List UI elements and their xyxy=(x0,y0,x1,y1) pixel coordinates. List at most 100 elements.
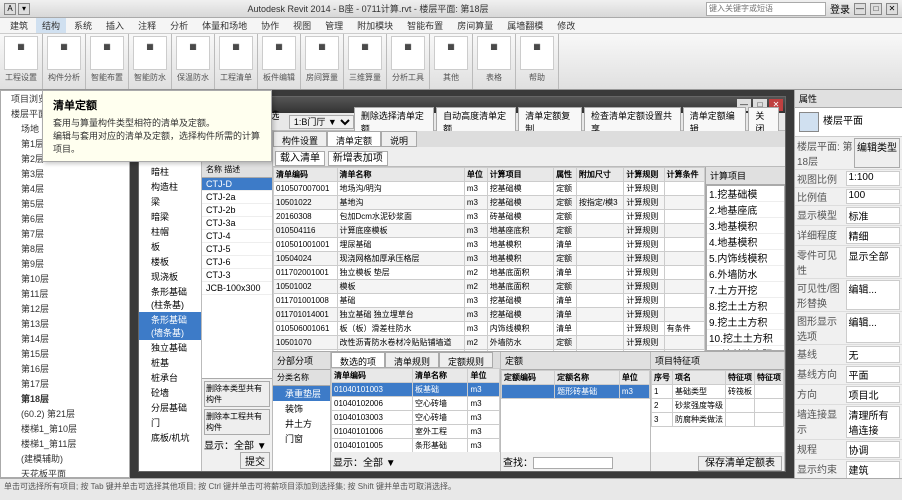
tree-item[interactable]: 第16层 xyxy=(1,361,129,376)
calc-item[interactable]: 5.内饰线模积 xyxy=(707,250,784,266)
comp-item[interactable]: JCB-100x300 xyxy=(202,282,272,295)
bot-tab-sel[interactable]: 数选的项 xyxy=(331,352,385,368)
close-icon[interactable]: ✕ xyxy=(886,3,898,15)
btn-edit-type[interactable]: 编辑类型 xyxy=(854,138,900,168)
menu-10[interactable]: 附加模块 xyxy=(351,18,399,33)
ribbon-icon-10[interactable]: ▦ xyxy=(434,36,468,70)
prop-val[interactable]: 无 xyxy=(846,346,901,363)
tree-item[interactable]: 第13层 xyxy=(1,316,129,331)
tree-item[interactable]: 第17层 xyxy=(1,376,129,391)
btn-submit[interactable]: 提交 xyxy=(240,452,270,469)
tree-item[interactable]: 第9层 xyxy=(1,256,129,271)
grid-row[interactable]: 010504116计算底座模板m3地基座底积定额计算规则 xyxy=(274,224,705,238)
grid-row[interactable]: 011701014001独立基础 独立埋草台m3挖基础模清单计算规则 xyxy=(274,308,705,322)
tree-item[interactable]: 第3层 xyxy=(1,166,129,181)
ribbon-icon-7[interactable]: ▦ xyxy=(305,36,339,70)
type-item[interactable]: 门 xyxy=(139,415,201,430)
search-input[interactable] xyxy=(706,2,826,16)
section-item[interactable]: 装饰 xyxy=(273,401,330,416)
bot-tab-listrule[interactable]: 清单规则 xyxy=(385,352,439,368)
quota-row[interactable]: 题形砖基础m3 xyxy=(502,385,650,399)
ribbon-icon-6[interactable]: ▦ xyxy=(262,36,296,70)
menu-8[interactable]: 视图 xyxy=(287,18,317,33)
prop-val[interactable]: 100 xyxy=(846,189,901,204)
type-item[interactable]: 底板/机坑 xyxy=(139,430,201,445)
type-item[interactable]: 砼墙 xyxy=(139,385,201,400)
grid-row[interactable]: 10501070改性沥青防水卷材冷贴贴铺墙道m2外墙防水定额计算规则 xyxy=(274,336,705,350)
type-item[interactable]: 桩承台 xyxy=(139,370,201,385)
list-row[interactable]: 01040102006空心砖墙m3 xyxy=(332,397,500,411)
prop-val[interactable]: 项目北 xyxy=(846,386,901,403)
type-item[interactable]: 暗柱 xyxy=(139,164,201,179)
ribbon-icon-8[interactable]: ▦ xyxy=(348,36,382,70)
menu-9[interactable]: 管理 xyxy=(319,18,349,33)
prop-val[interactable]: 标准 xyxy=(846,207,901,224)
menu-0[interactable]: 建筑 xyxy=(4,18,34,33)
prop-val[interactable]: 1:100 xyxy=(846,171,901,186)
type-item[interactable]: 楼板 xyxy=(139,254,201,269)
ribbon-icon-5[interactable]: ▦ xyxy=(219,36,253,70)
list-row[interactable]: 01040101003板基础m3 xyxy=(332,383,500,397)
bot-r1-grid[interactable]: 定额编码定额名称单位题形砖基础m3 xyxy=(501,370,650,452)
calc-item[interactable]: 4.地基模积 xyxy=(707,234,784,250)
prop-val[interactable]: 建筑 xyxy=(846,461,901,478)
section-item[interactable]: 门窗 xyxy=(273,431,330,446)
calc-item[interactable]: 1.挖基础模 xyxy=(707,186,784,202)
feature-row[interactable]: 2砂浆强度等级 xyxy=(652,399,784,413)
tab-component-set[interactable]: 构件设置 xyxy=(273,131,327,147)
menu-13[interactable]: 属墙翻模 xyxy=(501,18,549,33)
grid-row[interactable]: 010507007001地场沟/明沟m3挖基础模定额计算规则 xyxy=(274,182,705,196)
type-item[interactable]: 构造柱 xyxy=(139,179,201,194)
show-filter2[interactable]: 显示：全部 ▼ xyxy=(333,458,396,469)
grid-row[interactable]: 20160308包加Dcm水泥砂浆面m3砖基础模定额计算规则 xyxy=(274,210,705,224)
comp-item[interactable]: CTJ-2b xyxy=(202,204,272,217)
grid-row[interactable]: 010501001001埋尿基础m3地基模积清单计算规则 xyxy=(274,238,705,252)
feature-row[interactable]: 1基础类型砖筏板 xyxy=(652,385,784,399)
ribbon-icon-3[interactable]: ▦ xyxy=(133,36,167,70)
grid-row[interactable]: 10504024现浇网格加厚承压格层m3地基模积定额计算规则 xyxy=(274,252,705,266)
ribbon-icon-1[interactable]: ▦ xyxy=(47,36,81,70)
ribbon-icon-0[interactable]: ▦ xyxy=(4,36,38,70)
tree-item[interactable]: (建模辅助) xyxy=(1,451,129,466)
prop-val[interactable]: 精细 xyxy=(846,227,901,244)
tree-item[interactable]: 天花板平面 xyxy=(1,466,129,478)
menu-2[interactable]: 系统 xyxy=(68,18,98,33)
btn-save-list[interactable]: 保存清单定额表 xyxy=(698,456,782,471)
prop-val[interactable]: 编辑... xyxy=(846,280,901,310)
prop-val[interactable]: 显示全部 xyxy=(846,247,901,277)
login-link[interactable]: 登录 xyxy=(830,1,850,16)
comp-item[interactable]: CTJ-D xyxy=(202,178,272,191)
tree-item[interactable]: 第4层 xyxy=(1,181,129,196)
calc-item[interactable]: 3.地基模积 xyxy=(707,218,784,234)
lookup-input[interactable] xyxy=(533,457,613,469)
tree-item[interactable]: 第15层 xyxy=(1,346,129,361)
list-row[interactable]: 01040103003空心砖墙m3 xyxy=(332,411,500,425)
ribbon-icon-9[interactable]: ▦ xyxy=(391,36,425,70)
tree-item[interactable]: 第8层 xyxy=(1,241,129,256)
ribbon-icon-4[interactable]: ▦ xyxy=(176,36,210,70)
tree-item[interactable]: 第14层 xyxy=(1,331,129,346)
type-item[interactable]: 梁 xyxy=(139,194,201,209)
comp-item[interactable]: CTJ-3 xyxy=(202,269,272,282)
tree-item[interactable]: 第5层 xyxy=(1,196,129,211)
component-type-tree[interactable]: 柱暗柱构造柱梁暗梁柱帽板楼板现浇板条形基础(柱条基)条形基础(墙条基)独立基础桩… xyxy=(139,149,201,471)
tree-item[interactable]: 第10层 xyxy=(1,271,129,286)
btn-add-item[interactable]: 新增表加项 xyxy=(328,151,388,166)
menu-4[interactable]: 注释 xyxy=(132,18,162,33)
ribbon-icon-11[interactable]: ▦ xyxy=(477,36,511,70)
list-row[interactable]: 01040101005条形基础m3 xyxy=(332,439,500,453)
tree-item[interactable]: 第12层 xyxy=(1,301,129,316)
type-item[interactable]: 独立基础 xyxy=(139,340,201,355)
grid-row[interactable]: 010506001061板（板）滑差柱防水m3内饰线模积清单计算规则有条件 xyxy=(274,322,705,336)
maximize-icon[interactable]: □ xyxy=(870,3,882,15)
menu-14[interactable]: 修改 xyxy=(551,18,581,33)
ribbon-icon-12[interactable]: ▦ xyxy=(520,36,554,70)
menu-1[interactable]: 结构 xyxy=(36,18,66,33)
btn-del-type[interactable]: 删除本类型共有构件 xyxy=(204,381,270,407)
comp-item[interactable]: CTJ-5 xyxy=(202,243,272,256)
calc-item[interactable]: 2.地基座底 xyxy=(707,202,784,218)
tree-item[interactable]: 第7层 xyxy=(1,226,129,241)
section-item[interactable]: 承重垫层 xyxy=(273,386,330,401)
main-grid[interactable]: 清单编码清单名称单位计算项目属性附加尺寸计算规则计算条件010507007001… xyxy=(273,167,705,351)
prop-val[interactable]: 编辑... xyxy=(846,313,901,343)
